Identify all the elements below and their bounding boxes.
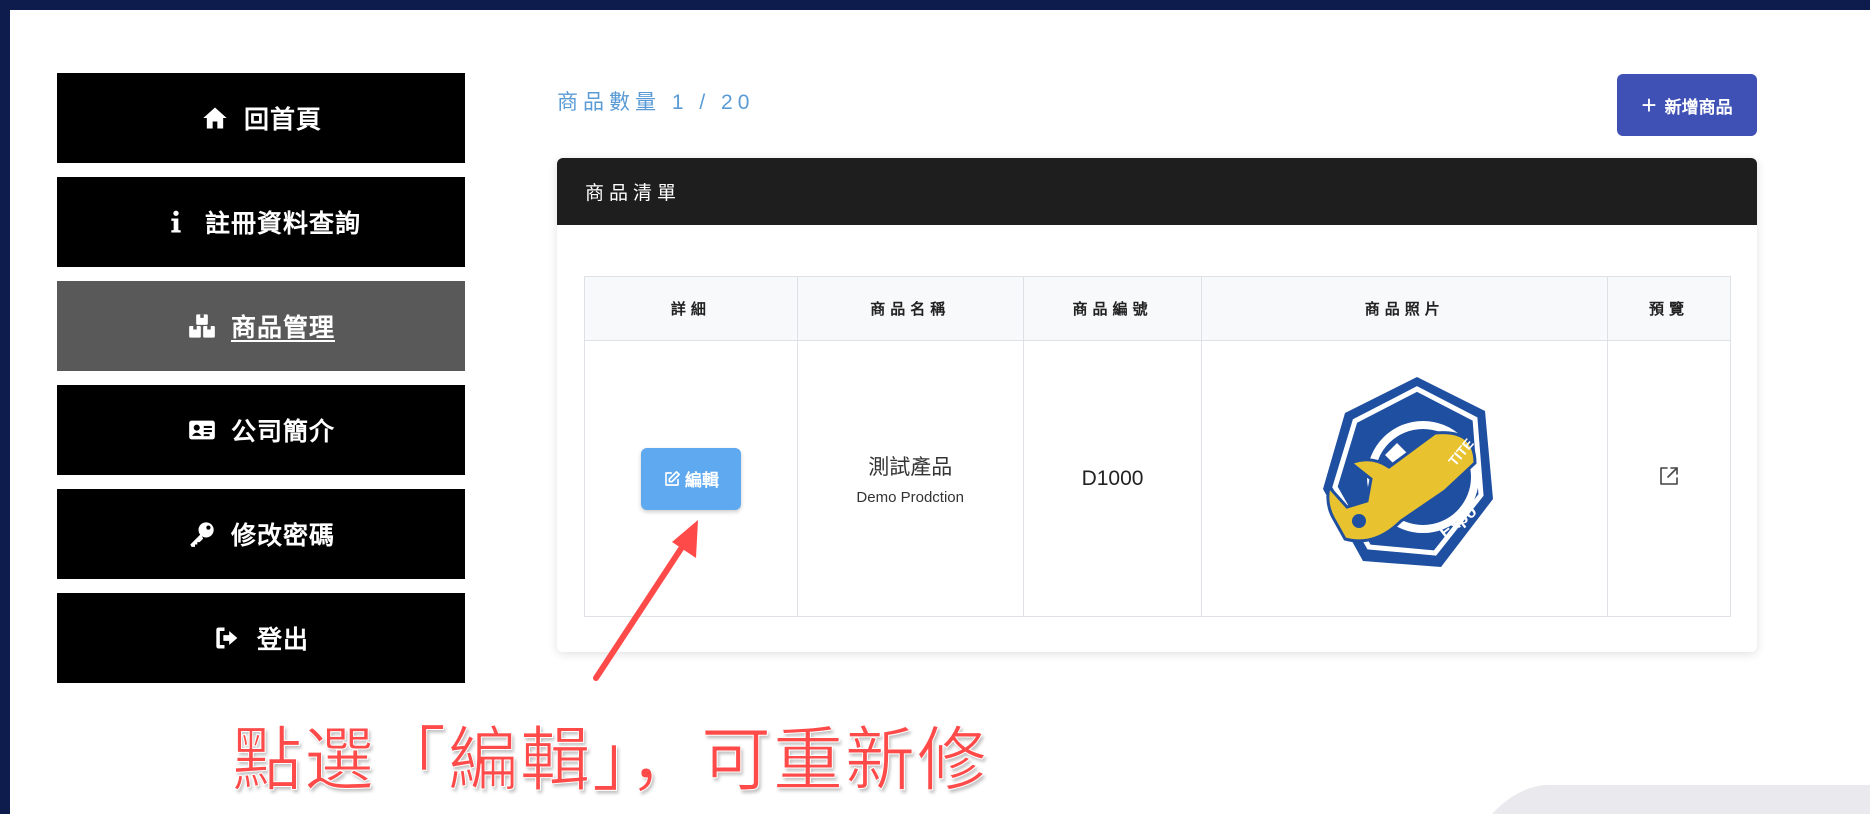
plus-icon: + (1641, 90, 1657, 120)
logout-icon (213, 623, 243, 653)
product-code: D1000 (1081, 466, 1144, 490)
product-table: 詳細 商品名稱 商品編號 商品照片 預覽 編輯 測試產品 Demo Prodct… (584, 276, 1731, 617)
sidebar-item-company[interactable]: 公司簡介 (57, 385, 465, 475)
table-header-row: 詳細 商品名稱 商品編號 商品照片 預覽 (584, 276, 1731, 341)
annotation-text: 點選「編輯」，可重新修 (232, 719, 989, 802)
page-canvas: 回首頁 註冊資料查詢 商品管理 公司簡介 修改密碼 登出 商品數量 1 / 20… (10, 10, 1870, 814)
product-list-card: 商品清單 詳細 商品名稱 商品編號 商品照片 預覽 編輯 測試產品 Demo P… (557, 158, 1757, 652)
add-product-button[interactable]: + 新增商品 (1617, 74, 1757, 136)
column-header-preview: 預覽 (1607, 276, 1731, 341)
product-name-en: Demo Prodction (856, 489, 964, 506)
sidebar-item-label: 註冊資料查詢 (204, 210, 361, 238)
column-header-code: 商品編號 (1022, 276, 1203, 341)
decorative-swoosh (1472, 785, 1870, 814)
column-header-photo: 商品照片 (1201, 276, 1609, 341)
external-link-icon[interactable] (1657, 467, 1681, 492)
sidebar: 回首頁 註冊資料查詢 商品管理 公司簡介 修改密碼 登出 (57, 73, 465, 697)
product-name-zh: 測試產品 (868, 456, 953, 479)
product-count: 商品數量 1 / 20 (557, 91, 755, 114)
info-icon (161, 207, 191, 237)
product-photo: TITE Expo (1322, 377, 1493, 567)
boxes-icon (187, 311, 217, 341)
card-title: 商品清單 (557, 158, 1757, 225)
home-icon (200, 103, 230, 133)
table-row: 編輯 測試產品 Demo Prodction D1000 TITE Expo (584, 340, 1731, 617)
sidebar-item-products[interactable]: 商品管理 (57, 281, 465, 371)
sidebar-item-home[interactable]: 回首頁 (57, 73, 465, 163)
sidebar-item-password[interactable]: 修改密碼 (57, 489, 465, 579)
sidebar-item-logout[interactable]: 登出 (57, 593, 465, 683)
photo-cell: TITE Expo (1201, 340, 1609, 617)
name-cell: 測試產品 Demo Prodction (796, 340, 1024, 617)
edit-button-label: 編輯 (684, 471, 719, 490)
sidebar-item-label: 商品管理 (230, 314, 335, 342)
sidebar-item-label: 公司簡介 (230, 418, 335, 446)
add-product-label: 新增商品 (1664, 97, 1733, 117)
key-icon (187, 519, 217, 549)
edit-button[interactable]: 編輯 (640, 447, 741, 510)
preview-cell (1607, 340, 1731, 617)
edit-icon (665, 470, 680, 486)
sidebar-item-registration[interactable]: 註冊資料查詢 (57, 177, 465, 267)
column-header-detail: 詳細 (584, 276, 798, 341)
column-header-name: 商品名稱 (796, 276, 1024, 341)
detail-cell: 編輯 (584, 340, 798, 617)
sidebar-item-label: 修改密碼 (230, 522, 335, 550)
sidebar-item-label: 登出 (256, 626, 309, 654)
code-cell: D1000 (1022, 340, 1203, 617)
id-card-icon (187, 415, 217, 445)
sidebar-item-label: 回首頁 (243, 106, 322, 134)
